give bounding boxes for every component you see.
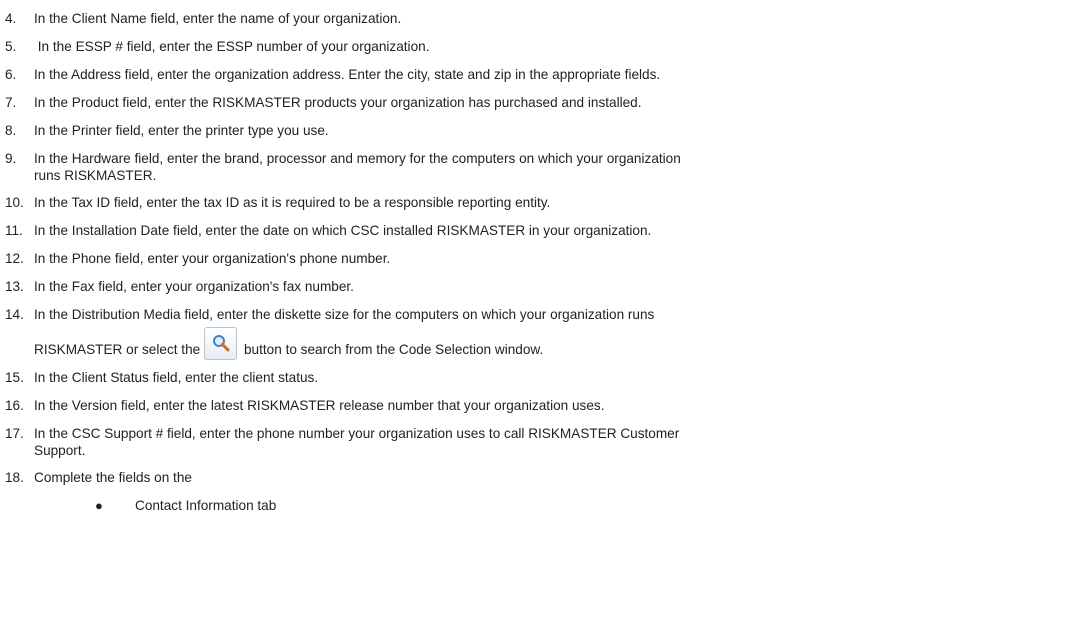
step-text: In the Installation Date field, enter th… [34,223,652,238]
search-button[interactable] [204,327,237,360]
magnifier-search-icon [213,335,230,352]
step-number: 11. [5,223,23,238]
step-text: In the Address field, enter the organiza… [34,67,661,82]
step-number: 13. [5,279,24,294]
step-number: 7. [5,95,17,110]
step-text: In the Fax field, enter your organizatio… [34,279,354,294]
bullet-text: Contact Information tab [135,498,277,513]
step-number: 14. [5,307,24,322]
bullet-icon: ● [95,498,103,513]
step-number: 16. [5,398,24,413]
step-text: In the Tax ID field, enter the tax ID as… [34,195,551,210]
step-number: 17. [5,426,24,441]
step-number: 9. [5,151,17,166]
step-text-before-button: RISKMASTER or select the [34,342,201,357]
step-text-after-button: button to search from the Code Selection… [244,342,544,357]
step-text-line1: In the CSC Support # field, enter the ph… [34,426,680,441]
step-number: 5. [5,39,17,54]
step-number: 6. [5,67,17,82]
step-text: In the Client Name field, enter the name… [34,11,402,26]
step-number: 4. [5,11,17,26]
step-number: 15. [5,370,24,385]
step-text: In the ESSP # field, enter the ESSP numb… [34,39,430,54]
step-text: Complete the fields on the [34,470,192,485]
step-number: 10. [5,195,24,210]
step-text-line2: runs RISKMASTER. [34,168,157,183]
step-number: 18. [5,470,24,485]
step-text: In the Version field, enter the latest R… [34,398,605,413]
instruction-document: 4. In the Client Name field, enter the n… [0,0,1073,632]
step-text: In the Client Status field, enter the cl… [34,370,319,385]
step-text: In the Phone field, enter your organizat… [34,251,391,266]
step-text-line2-with-button: RISKMASTER or select the button to searc… [34,327,1034,362]
step-number: 12. [5,251,24,266]
step-text-line1: In the Hardware field, enter the brand, … [34,151,681,166]
step-text-line2: Support. [34,443,86,458]
step-text-line1: In the Distribution Media field, enter t… [34,307,655,322]
step-text: In the Printer field, enter the printer … [34,123,329,138]
step-number: 8. [5,123,17,138]
step-text: In the Product field, enter the RISKMAST… [34,95,642,110]
